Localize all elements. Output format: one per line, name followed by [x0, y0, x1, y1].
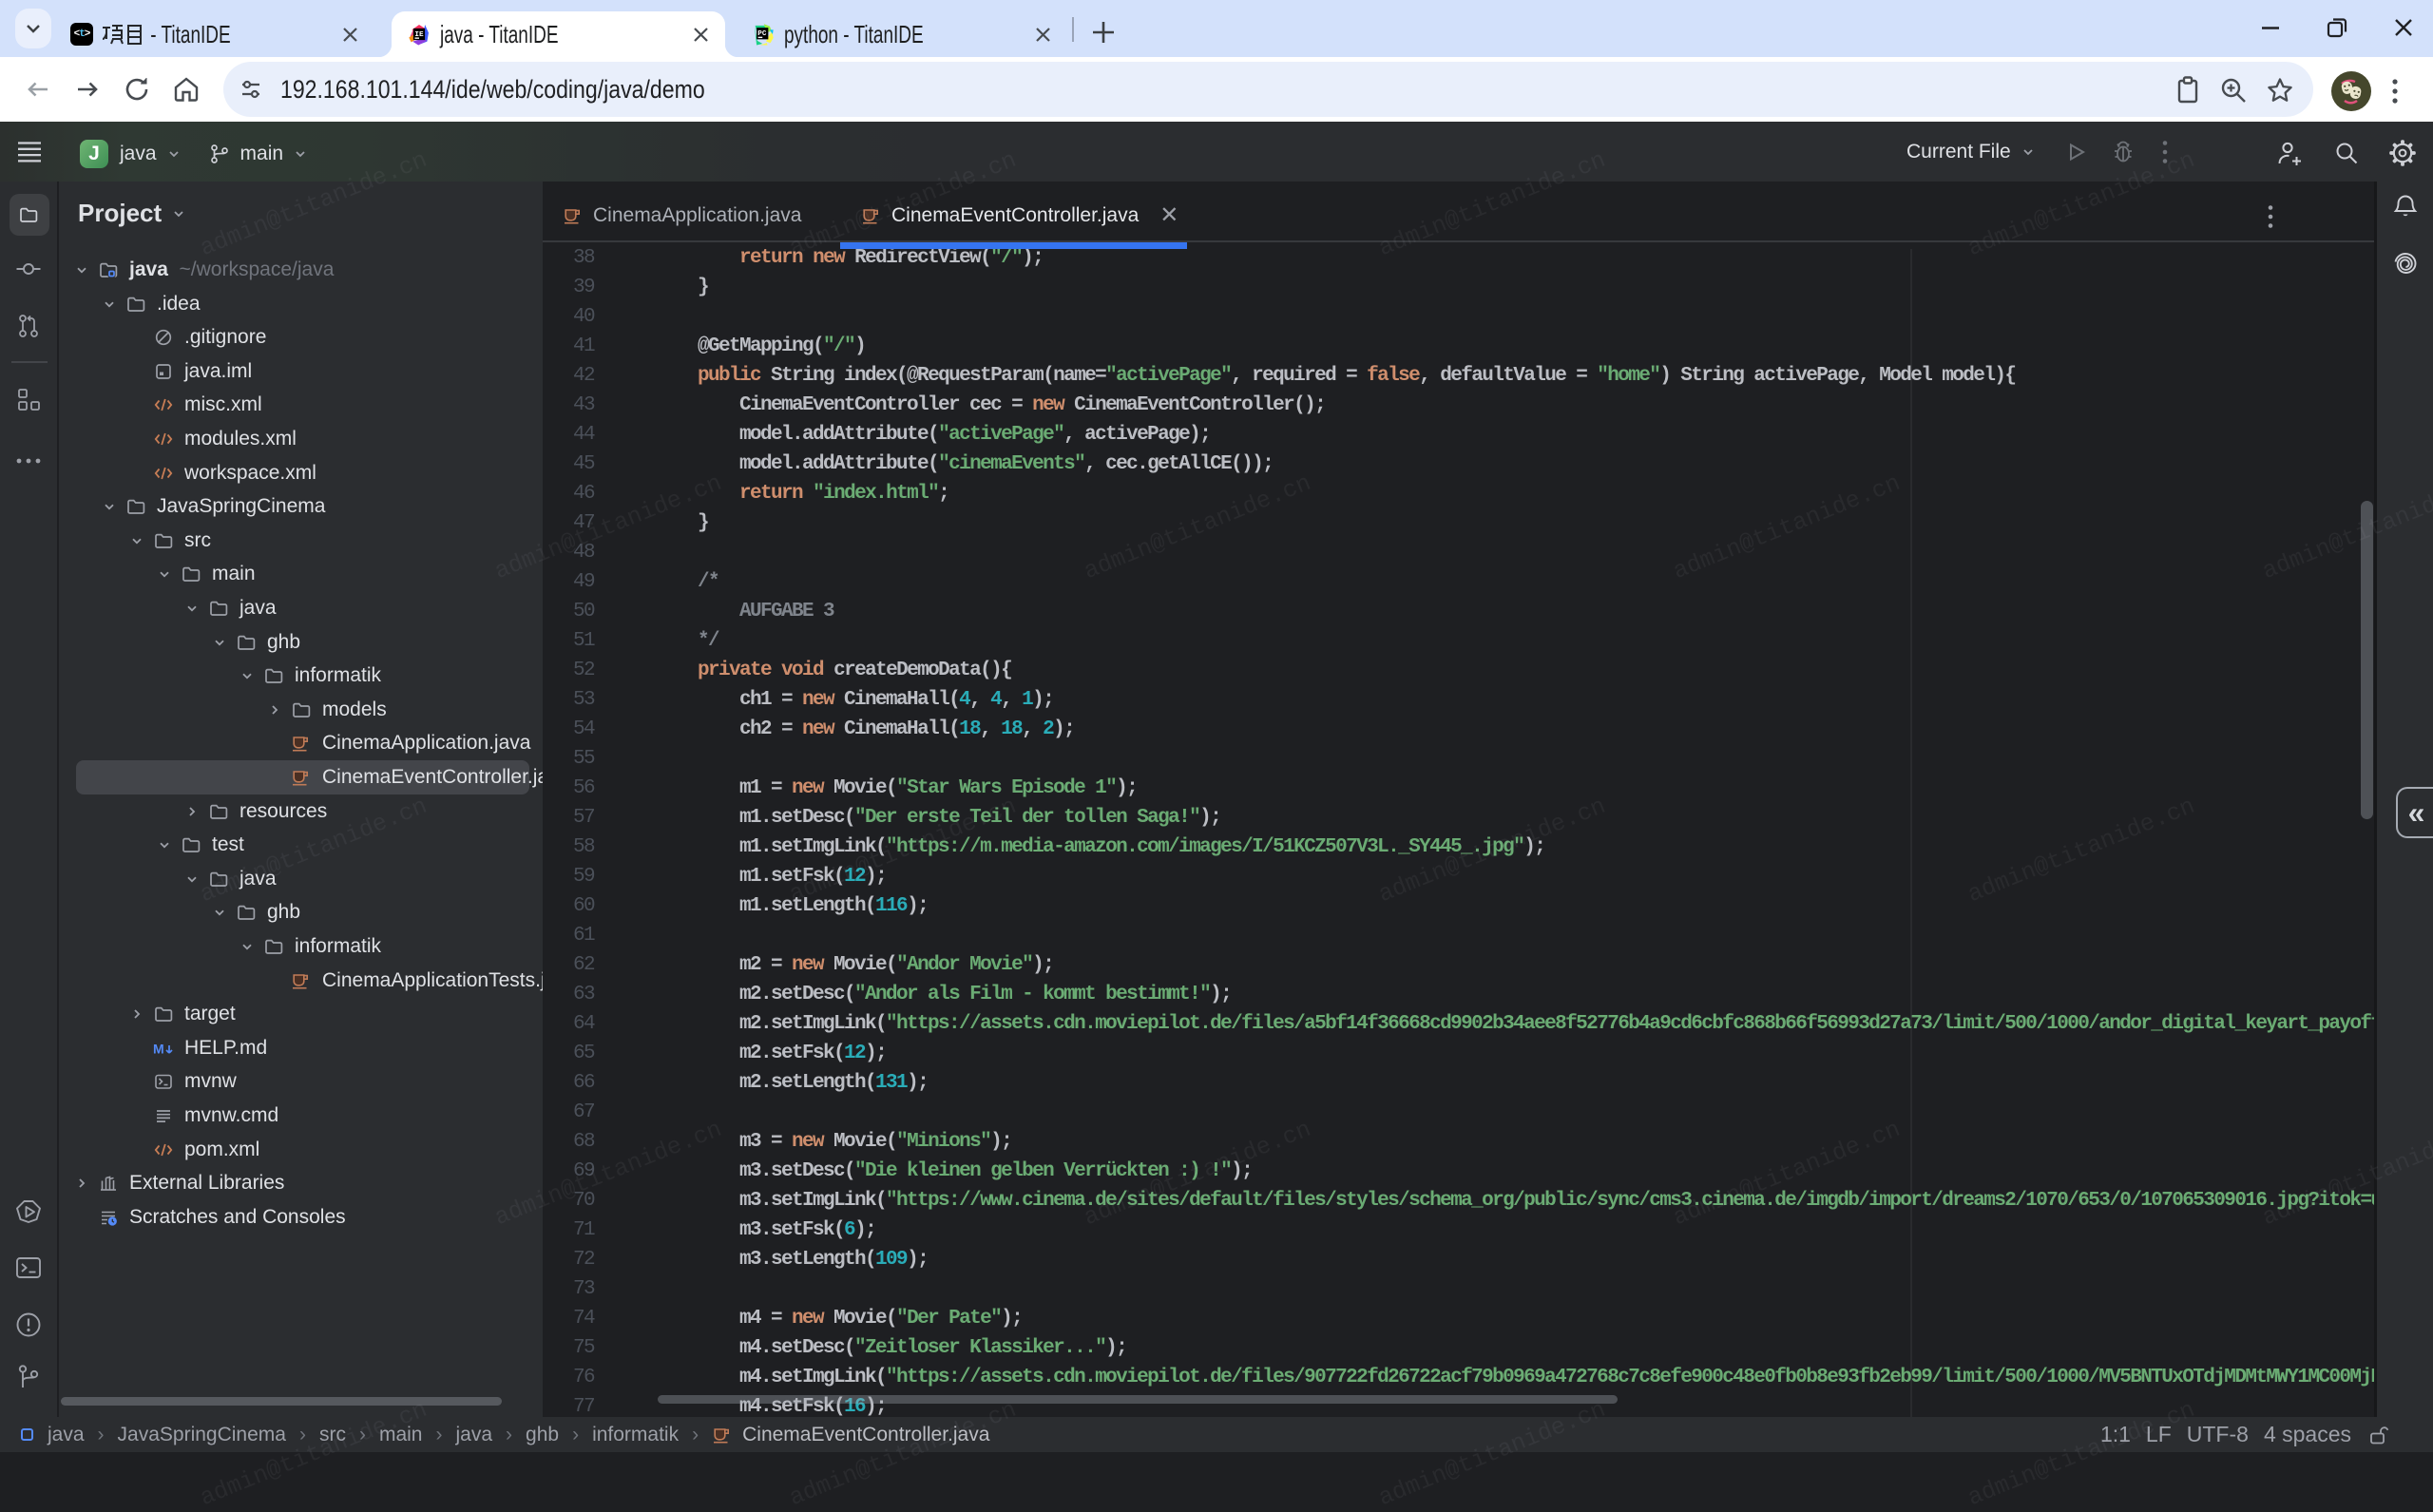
- svg-text:M: M: [153, 1041, 164, 1056]
